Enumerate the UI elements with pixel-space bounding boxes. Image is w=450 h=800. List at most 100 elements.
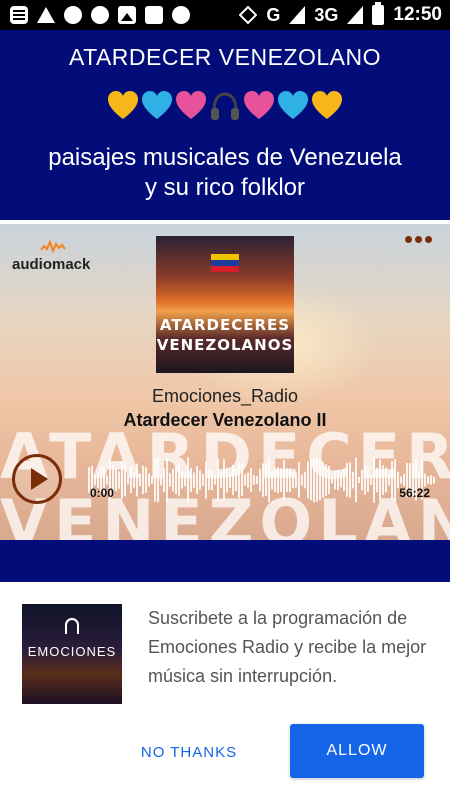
waveform-bar <box>364 465 366 495</box>
waveform-bar <box>328 465 330 495</box>
waveform-bar <box>343 469 345 491</box>
waveform-bar <box>322 462 324 498</box>
play-button[interactable] <box>12 454 62 504</box>
subtitle-line-2: y su rico folklor <box>144 174 306 201</box>
headphones-icon <box>65 618 79 634</box>
waveform-bar <box>160 474 162 486</box>
album-cover[interactable]: ATARDECERES VENEZOLANOS <box>156 236 294 373</box>
waveform-bar <box>205 461 207 499</box>
page-subtitle: paisajes musicales de Venezuela y su ric… <box>0 143 450 203</box>
pink-heart-icon <box>176 91 206 119</box>
waveform-bar <box>301 474 303 486</box>
waveform-scrubber[interactable] <box>88 456 436 504</box>
waveform-bar <box>289 468 291 492</box>
waveform-bar <box>277 467 279 493</box>
waveform-bar <box>379 459 381 501</box>
waveform-bar <box>136 463 138 497</box>
waveform-bar <box>325 464 327 496</box>
status-bar: G 3G 12:50 <box>0 0 450 30</box>
waveform-bar <box>361 469 363 491</box>
waveform-bar <box>202 473 204 487</box>
waveform-bar <box>373 457 375 503</box>
waveform-bar <box>106 475 108 485</box>
waveform-bar <box>283 460 285 500</box>
waveform-bar <box>316 458 318 502</box>
track-title[interactable]: Atardecer Venezolano II <box>0 410 450 431</box>
waveform-bar <box>265 464 267 496</box>
audiomack-player[interactable]: ATARDECERES VENEZOLANOS audiomack ATARDE… <box>0 224 450 540</box>
waveform-bar <box>187 457 189 503</box>
waveform-bar <box>232 464 234 496</box>
blue-heart-icon <box>278 91 308 119</box>
vpn-icon <box>239 6 258 24</box>
waveform-bar <box>241 463 243 497</box>
waveform-bar <box>388 474 390 486</box>
dot <box>425 236 432 243</box>
waveform-bar <box>400 476 402 484</box>
waveform-bar <box>304 471 306 489</box>
waveform-bar <box>193 472 195 488</box>
waveform-bar <box>391 461 393 499</box>
waveform-bar <box>175 465 177 495</box>
waveform-bar <box>352 471 354 489</box>
waveform-bar <box>139 473 141 487</box>
total-time: 56:22 <box>399 486 430 500</box>
waveform-bar <box>220 472 222 488</box>
waveform-bar <box>370 475 372 485</box>
waveform-bar <box>217 458 219 502</box>
waveform-bar <box>382 465 384 495</box>
waveform-bar <box>256 476 258 484</box>
waveform-bar <box>247 472 249 488</box>
clock: 12:50 <box>393 4 442 25</box>
current-time: 0:00 <box>90 486 115 500</box>
chat-bubble-icon <box>172 6 190 24</box>
image-icon <box>118 6 136 24</box>
waveform-bar <box>367 468 369 492</box>
blue-heart-icon <box>142 91 172 119</box>
waveform-bar <box>124 463 126 497</box>
waveform-bar <box>145 467 147 493</box>
waveform-bar <box>223 459 225 501</box>
waveform-bar <box>208 469 210 491</box>
waveform-bar <box>334 470 336 490</box>
dot <box>405 236 412 243</box>
waveform-bar <box>292 471 294 489</box>
allow-button[interactable]: ALLOW <box>290 724 424 778</box>
waveform-bar <box>181 471 183 489</box>
waveform-bar <box>280 468 282 492</box>
waveform-bar <box>190 468 192 492</box>
subscribe-dialog: EMOCIONES Suscribete a la programación d… <box>0 582 450 800</box>
waveform-bar <box>355 457 357 503</box>
cover-title-line-2: VENEZOLANOS <box>156 336 294 354</box>
logo-name: EMOCIONES <box>27 644 117 659</box>
waveform-bar <box>244 474 246 486</box>
network-type-3g: 3G <box>314 4 339 25</box>
system-icons: G 3G 12:50 <box>239 2 442 26</box>
yellow-heart-icon <box>108 91 138 119</box>
waveform-bar <box>235 468 237 492</box>
waveform-bar <box>130 467 132 493</box>
waveform-bar <box>199 470 201 490</box>
waveform-bar <box>115 468 117 492</box>
audiomack-wave-icon <box>40 240 66 254</box>
waveform-bar <box>394 459 396 501</box>
cover-title-line-1: ATARDECERES <box>159 316 291 334</box>
audiomack-logo[interactable]: audiomack <box>12 240 90 273</box>
waveform-bar <box>298 462 300 498</box>
dot <box>415 236 422 243</box>
more-options-icon[interactable] <box>405 236 432 243</box>
artist-name[interactable]: Emociones_Radio <box>0 386 450 407</box>
waveform-bar <box>169 473 171 487</box>
signal-icon <box>289 6 306 24</box>
waveform-bar <box>430 475 432 485</box>
no-thanks-button[interactable]: NO THANKS <box>130 726 248 778</box>
waveform-bar <box>376 467 378 493</box>
n-icon <box>145 6 163 24</box>
waveform-bar <box>148 473 150 487</box>
waveform-bar <box>238 461 240 499</box>
page-title: ATARDECER VENEZOLANO <box>68 44 382 70</box>
waveform-bar <box>313 457 315 503</box>
chat-icon <box>10 6 28 24</box>
signal-icon <box>347 6 364 24</box>
waveform-bar <box>331 476 333 484</box>
